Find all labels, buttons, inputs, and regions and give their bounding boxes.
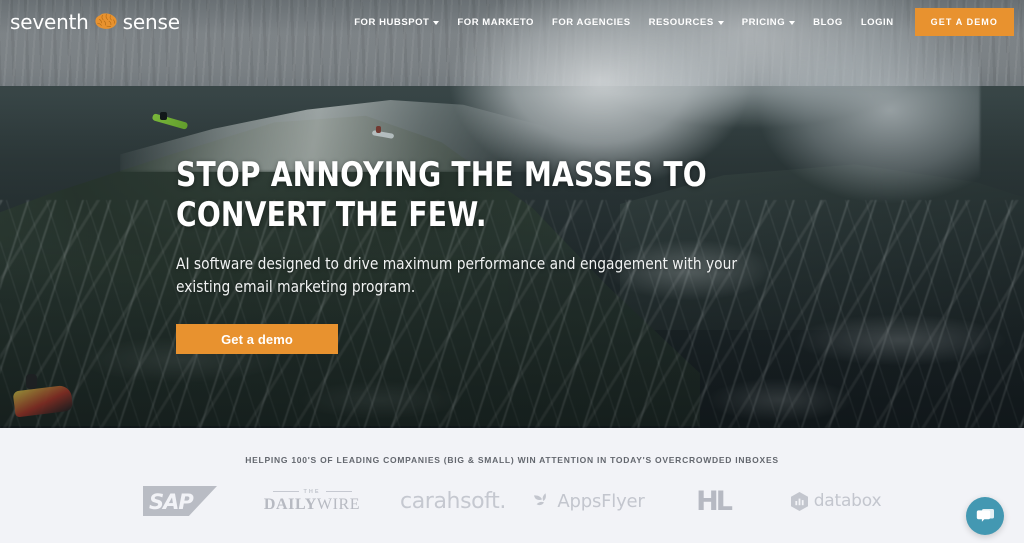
hero-section: seventh sense FOR HUBSPOT FOR MARKETO FO… (0, 0, 1024, 428)
site-header: seventh sense FOR HUBSPOT FOR MARKETO FO… (0, 0, 1024, 44)
get-a-demo-button[interactable]: GET A DEMO (914, 8, 1014, 36)
social-proof-title: HELPING 100'S OF LEADING COMPANIES (BIG … (245, 455, 779, 465)
nav-item-for-marketo[interactable]: FOR MARKETO (448, 17, 543, 28)
daily-text: DAILY (263, 495, 317, 513)
wire-text: WIRE (316, 495, 361, 513)
client-logo-appsflyer: AppsFlyer (521, 481, 657, 521)
chevron-down-icon (717, 20, 724, 25)
chat-widget-button[interactable] (966, 497, 1004, 535)
nav-item-for-hubspot[interactable]: FOR HUBSPOT (345, 17, 448, 28)
sap-logo-text: SAP (149, 490, 194, 514)
hero-subheadline: AI software designed to drive maximum pe… (176, 254, 738, 296)
appsflyer-logo: AppsFlyer (533, 490, 645, 512)
carahsoft-wordmark: carahsoft. (400, 488, 506, 514)
nav-label: FOR AGENCIES (552, 16, 631, 28)
site-logo[interactable]: seventh sense (10, 10, 180, 34)
get-a-demo-cta-button[interactable]: Get a demo (176, 324, 338, 354)
nav-item-blog[interactable]: BLOG (804, 17, 852, 28)
nav-label: BLOG (813, 16, 843, 28)
page-title: STOP ANNOYING THE MASSES TO CONVERT THE … (176, 155, 707, 235)
client-logo-databox: databox (769, 481, 903, 521)
client-logo-carahsoft: carahsoft. (385, 481, 521, 521)
client-logo-daily-wire: THE DAILYWIRE (239, 481, 385, 521)
main-navigation: FOR HUBSPOT FOR MARKETO FOR AGENCIES RES… (345, 8, 1024, 36)
nav-item-pricing[interactable]: PRICING (733, 17, 804, 28)
client-logo-sap: SAP (121, 481, 239, 521)
rule-left (272, 491, 299, 492)
nav-item-login[interactable]: LOGIN (852, 17, 903, 28)
chat-bubble-icon (976, 508, 994, 522)
nav-label: FOR HUBSPOT (354, 16, 430, 28)
daily-wire-logo: THE DAILYWIRE (264, 489, 360, 514)
logo-word-seventh: seventh (10, 10, 89, 34)
databox-hexagon-icon (790, 491, 808, 511)
client-logo-hl: HL (657, 481, 769, 521)
nav-item-for-agencies[interactable]: FOR AGENCIES (543, 17, 640, 28)
nav-label: LOGIN (860, 16, 894, 28)
databox-wordmark: databox (813, 491, 882, 511)
nav-label: RESOURCES (648, 16, 714, 28)
daily-wire-the: THE (303, 488, 321, 495)
hl-monogram: HL (696, 485, 733, 517)
hero-content: STOP ANNOYING THE MASSES TO CONVERT THE … (176, 155, 896, 354)
nav-item-resources[interactable]: RESOURCES (640, 17, 733, 28)
nav-label: FOR MARKETO (457, 16, 535, 28)
daily-wire-topline: THE (264, 489, 360, 495)
rule-right (325, 491, 352, 492)
chevron-down-icon (789, 20, 796, 25)
chevron-down-icon (433, 20, 440, 25)
databox-logo: databox (790, 491, 882, 511)
sap-logo-icon: SAP (143, 486, 217, 516)
brain-icon (93, 12, 119, 32)
appsflyer-leaf-icon (533, 492, 554, 511)
logo-word-sense: sense (122, 10, 180, 34)
daily-wire-wordmark: DAILYWIRE (264, 496, 360, 514)
client-logo-row: SAP THE DAILYWIRE carahsoft. AppsFlyer H… (0, 481, 1024, 521)
nav-label: PRICING (741, 16, 786, 28)
appsflyer-wordmark: AppsFlyer (557, 490, 645, 512)
social-proof-section: HELPING 100'S OF LEADING COMPANIES (BIG … (0, 428, 1024, 543)
